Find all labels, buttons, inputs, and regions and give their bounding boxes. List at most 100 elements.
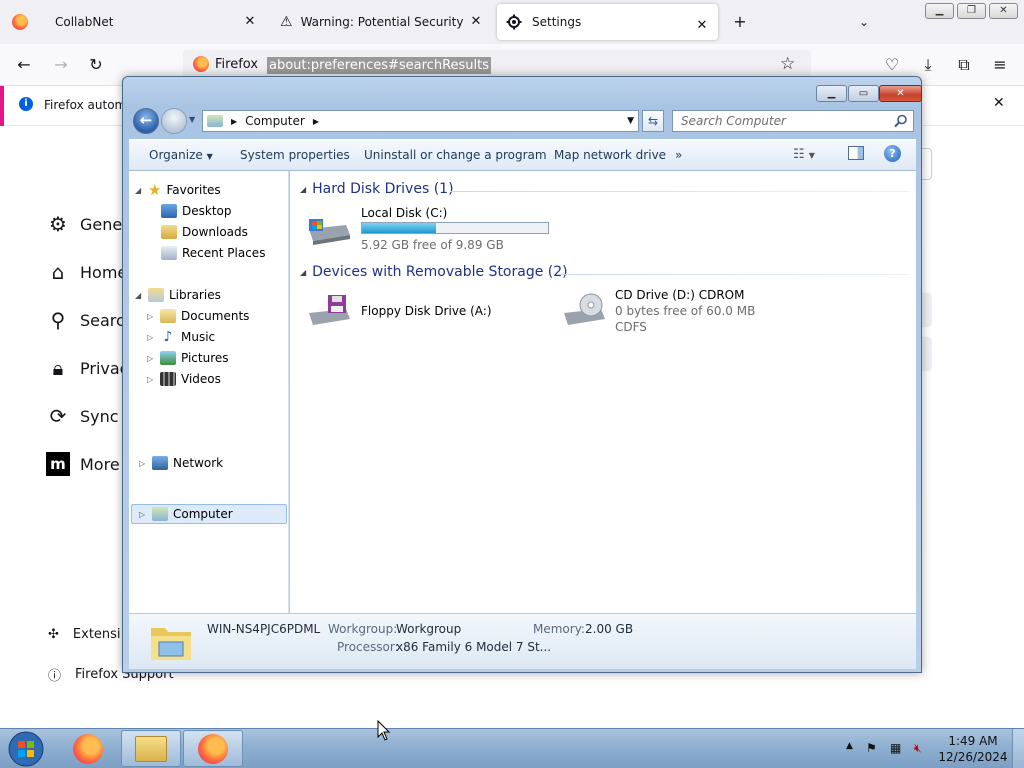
puzzle-icon: ✣ <box>48 627 59 642</box>
expanded-arrow-icon[interactable]: ◢ <box>300 268 306 277</box>
taskbar-firefox[interactable] <box>183 730 243 767</box>
forward-button[interactable] <box>161 108 187 134</box>
group-hard-disk-drives[interactable]: ◢ Hard Disk Drives (1) <box>300 181 454 197</box>
collapsed-arrow-icon[interactable]: ▷ <box>147 375 155 384</box>
close-icon[interactable]: ✕ <box>242 14 258 30</box>
minimize-button[interactable]: ▁ <box>816 85 847 102</box>
uninstall-program-button[interactable]: Uninstall or change a program <box>364 148 547 162</box>
more-commands-button[interactable]: » <box>675 148 682 162</box>
tab-collabnet[interactable]: CollabNet ✕ <box>44 0 266 44</box>
nav-label: Documents <box>181 309 250 323</box>
nav-desktop[interactable]: Desktop <box>161 201 232 221</box>
forward-icon[interactable]: → <box>50 54 72 76</box>
organize-button[interactable]: Organize ▼ <box>149 148 213 162</box>
search-icon[interactable] <box>894 114 908 128</box>
maximize-button[interactable]: ▭ <box>848 85 879 102</box>
taskbar-explorer[interactable] <box>121 730 181 767</box>
clock-date: 12/26/2024 <box>938 750 1008 764</box>
breadcrumb-arrow-icon[interactable]: ▶ <box>313 117 319 126</box>
expanded-arrow-icon[interactable]: ◢ <box>300 185 306 194</box>
taskbar-firefox-pinned[interactable] <box>58 730 118 767</box>
nav-computer[interactable]: ▷ Computer <box>131 504 287 524</box>
breadcrumb-computer[interactable]: Computer <box>245 114 305 128</box>
taskbar: ▲ ⚑ ▦ 🔇︎ 1:49 AM 12/26/2024 <box>0 728 1024 768</box>
address-dropdown-icon[interactable]: ▼ <box>627 116 634 126</box>
nav-documents[interactable]: ▷ Documents <box>147 306 249 326</box>
clock[interactable]: 1:49 AM 12/26/2024 <box>938 733 1008 765</box>
documents-icon <box>160 309 176 323</box>
pictures-icon <box>160 351 176 365</box>
nav-libraries[interactable]: ◢ Libraries <box>135 285 221 305</box>
reload-icon[interactable]: ↻ <box>85 54 107 76</box>
back-icon[interactable]: ← <box>13 54 35 76</box>
nav-downloads[interactable]: Downloads <box>161 222 248 242</box>
tab-settings[interactable]: Settings ✕ <box>497 4 718 40</box>
settings-extensions-link[interactable]: ✣ Extensi <box>48 627 121 642</box>
identity-box[interactable]: Firefox <box>193 56 258 72</box>
views-icon[interactable]: ☷ ▼ <box>793 147 815 162</box>
action-center-flag-icon[interactable]: ⚑ <box>866 741 877 755</box>
map-network-drive-button[interactable]: Map network drive <box>554 148 666 162</box>
show-desktop-button[interactable] <box>1012 729 1024 768</box>
help-icon[interactable]: ? <box>884 145 901 162</box>
nav-pictures[interactable]: ▷ Pictures <box>147 348 229 368</box>
address-bar[interactable]: ▶ Computer ▶ ▼ <box>202 110 639 132</box>
pocket-icon[interactable]: ♡ <box>881 54 903 76</box>
settings-nav-sync[interactable]: ⟳ Sync <box>46 401 119 431</box>
tab-security-warning[interactable]: ⚠ Warning: Potential Security Risk ✕ <box>270 0 492 44</box>
new-tab-button[interactable]: + <box>730 12 750 32</box>
url-text[interactable]: about:preferences#searchResults <box>267 57 492 74</box>
back-button[interactable]: ← <box>133 108 159 134</box>
close-button[interactable]: ✕ <box>879 85 922 102</box>
libraries-icon <box>148 288 164 302</box>
extensions-icon[interactable]: ⧉ <box>953 54 975 76</box>
warning-icon: ⚠ <box>280 14 293 30</box>
chevron-down-icon: ▼ <box>206 152 213 161</box>
preview-pane-icon[interactable] <box>848 146 864 160</box>
collapsed-arrow-icon[interactable]: ▷ <box>147 312 155 321</box>
recent-pages-chevron-icon[interactable]: ▼ <box>189 115 195 124</box>
close-icon[interactable]: ✕ <box>694 18 710 34</box>
group-removable-storage[interactable]: ◢ Devices with Removable Storage (2) <box>300 264 568 280</box>
settings-nav-privacy[interactable]: 🔒︎ Privac <box>46 353 129 383</box>
memory-label: Memory: <box>533 622 585 636</box>
expanded-arrow-icon[interactable]: ◢ <box>135 291 143 300</box>
firefox-view-button[interactable] <box>12 0 32 44</box>
menu-icon[interactable]: ≡ <box>989 54 1011 76</box>
settings-nav-general[interactable]: ⚙ Gener <box>46 209 129 239</box>
collapsed-arrow-icon[interactable]: ▷ <box>147 354 155 363</box>
close-icon[interactable]: ✕ <box>993 95 1005 111</box>
collapsed-arrow-icon[interactable]: ▷ <box>147 333 155 342</box>
collapsed-arrow-icon[interactable]: ▷ <box>139 459 147 468</box>
capacity-bar-fill <box>362 223 437 233</box>
mozilla-icon: m <box>46 452 70 476</box>
show-hidden-icons-icon[interactable]: ▲ <box>846 741 853 751</box>
desktop-icon <box>161 204 177 218</box>
network-icon[interactable]: ▦ <box>890 741 901 755</box>
volume-muted-icon[interactable]: 🔇︎ <box>914 741 922 756</box>
download-icon[interactable]: ⤓ <box>917 54 939 76</box>
nav-videos[interactable]: ▷ Videos <box>147 369 221 389</box>
nav-recent-places[interactable]: Recent Places <box>161 243 265 263</box>
bookmark-star-icon[interactable]: ☆ <box>780 54 795 74</box>
nav-music[interactable]: ▷ ♪ Music <box>147 327 215 347</box>
tab-title: Settings <box>532 15 582 29</box>
system-properties-button[interactable]: System properties <box>240 148 350 162</box>
start-button[interactable] <box>4 729 48 768</box>
minimize-button[interactable]: ▁ <box>925 3 954 19</box>
collapsed-arrow-icon[interactable]: ▷ <box>139 510 147 519</box>
search-input[interactable]: Search Computer <box>672 110 914 132</box>
search-placeholder: Search Computer <box>681 114 786 128</box>
settings-nav-more[interactable]: m More <box>46 449 120 479</box>
nav-network[interactable]: ▷ Network <box>139 453 223 473</box>
sync-icon: ⟳ <box>49 404 67 428</box>
restore-button[interactable]: ❐ <box>957 3 986 19</box>
close-window-button[interactable]: ✕ <box>989 3 1018 19</box>
list-tabs-button[interactable]: ⌄ <box>854 12 874 32</box>
refresh-button[interactable]: ⇆ <box>642 110 664 132</box>
close-icon[interactable]: ✕ <box>468 14 484 30</box>
expanded-arrow-icon[interactable]: ◢ <box>135 186 143 195</box>
settings-nav-home[interactable]: ⌂ Home <box>46 257 128 287</box>
nav-favorites[interactable]: ◢ ★ Favorites <box>135 180 221 200</box>
breadcrumb-arrow-icon[interactable]: ▶ <box>231 117 237 126</box>
